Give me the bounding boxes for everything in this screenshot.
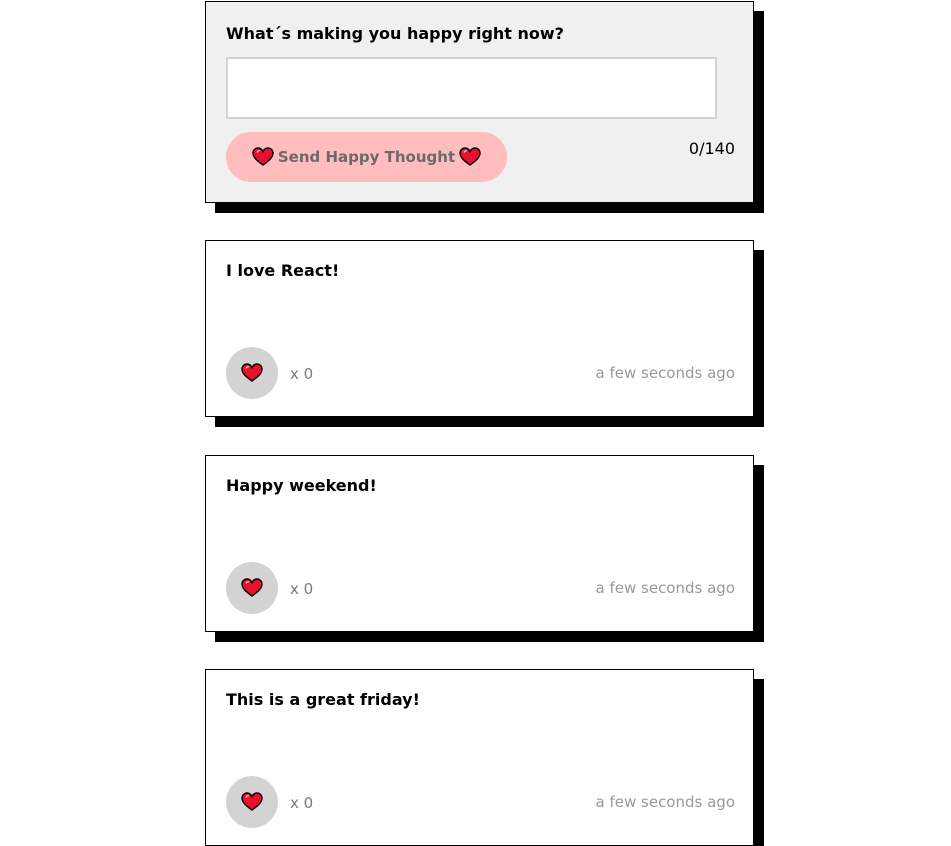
thought-card: I love React! x 0 a few seconds ago xyxy=(205,240,754,417)
timestamp: a few seconds ago xyxy=(595,579,735,597)
character-counter: 0/140 xyxy=(688,139,735,158)
thought-message: Happy weekend! xyxy=(226,476,377,495)
happy-thought-form: What´s making you happy right now? Send … xyxy=(205,1,754,203)
heart-icon xyxy=(241,792,263,812)
like-count: x 0 xyxy=(290,794,314,812)
thought-card: This is a great friday! x 0 a few second… xyxy=(205,669,754,846)
like-button[interactable] xyxy=(226,776,278,828)
heart-icon xyxy=(252,147,274,167)
thought-message: I love React! xyxy=(226,261,340,280)
form-title: What´s making you happy right now? xyxy=(226,24,564,43)
like-count: x 0 xyxy=(290,365,314,383)
like-button[interactable] xyxy=(226,562,278,614)
like-count: x 0 xyxy=(290,580,314,598)
timestamp: a few seconds ago xyxy=(595,364,735,382)
heart-icon xyxy=(459,147,481,167)
send-button-label: Send Happy Thought xyxy=(277,148,456,166)
thought-input[interactable] xyxy=(226,57,717,119)
like-button[interactable] xyxy=(226,347,278,399)
heart-icon xyxy=(241,578,263,598)
heart-icon xyxy=(241,363,263,383)
timestamp: a few seconds ago xyxy=(595,793,735,811)
send-happy-thought-button[interactable]: Send Happy Thought xyxy=(226,132,507,182)
thought-message: This is a great friday! xyxy=(226,690,420,709)
thought-card: Happy weekend! x 0 a few seconds ago xyxy=(205,455,754,632)
